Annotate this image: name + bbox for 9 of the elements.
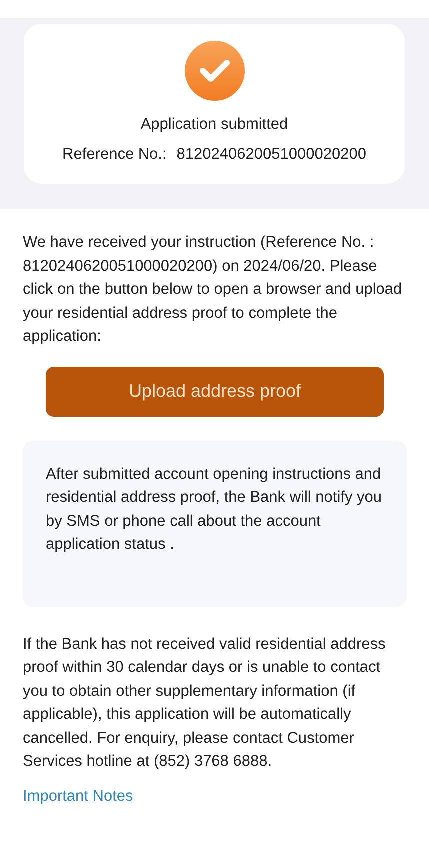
reference-label: Reference No.: <box>62 146 167 164</box>
instruction-text: We have received your instruction (Reference No. : 8120240620051000020200) on 2024/06/20. Please click on the button below to open a browser and upload your residential address proof to complete the application: <box>23 233 404 347</box>
status-title: Application submitted <box>140 116 288 134</box>
reference-number: 8120240620051000020200 <box>176 146 366 164</box>
success-check-icon <box>184 40 246 102</box>
important-notes-link[interactable]: Important Notes <box>23 788 134 806</box>
notice-text: If the Bank has not received valid residential address proof within 30 calendar days or is unable to contact you to obtain other supplementary information (if applicable), this application will be automatically cancelled. For enquiry, please contact Customer Services hotline at (852) 3768 6888. <box>23 634 387 772</box>
upload-button[interactable]: Upload address proof <box>46 366 384 416</box>
info-text: After submitted account opening instructions and residential address proof, the Bank will notify you by SMS or phone call about the account application status . <box>46 464 384 555</box>
